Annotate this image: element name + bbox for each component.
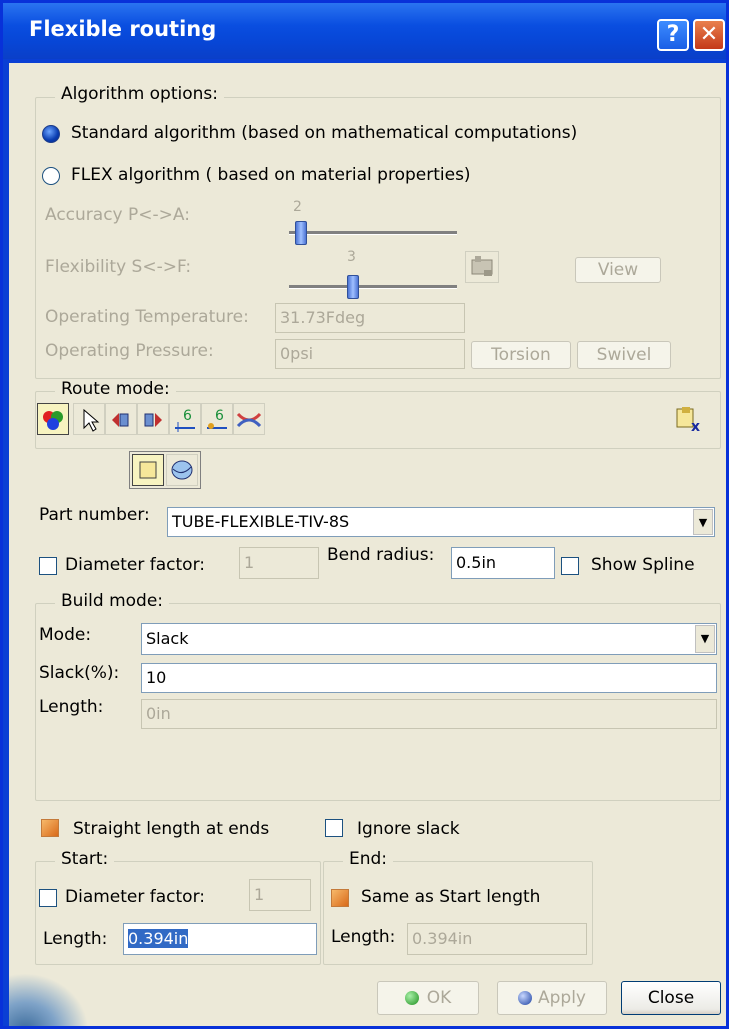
mode-combo[interactable]: Slack ▼ bbox=[141, 623, 717, 655]
end-label: End: bbox=[343, 849, 394, 869]
mode-value: Slack bbox=[146, 629, 189, 648]
ok-button[interactable]: OK bbox=[377, 981, 479, 1015]
bend-radius-label: Bend radius: bbox=[327, 545, 435, 565]
standard-algorithm-radio[interactable] bbox=[42, 125, 60, 143]
end-length-field[interactable]: 0.394in bbox=[407, 923, 587, 955]
accuracy-value: 2 bbox=[293, 199, 302, 215]
start-diameter-field[interactable]: 1 bbox=[249, 879, 311, 911]
operating-temperature-field[interactable]: 31.73Fdeg bbox=[275, 303, 465, 333]
operating-pressure-label: Operating Pressure: bbox=[45, 341, 214, 361]
build-mode-label: Build mode: bbox=[55, 591, 170, 611]
window-title: Flexible routing bbox=[29, 17, 217, 41]
help-icon[interactable]: ? bbox=[657, 19, 689, 51]
square-icon[interactable] bbox=[132, 454, 164, 486]
accuracy-slider-thumb[interactable] bbox=[295, 221, 307, 245]
route-toolbar: 6 6 bbox=[37, 403, 367, 435]
start-length-field[interactable]: 0.394in bbox=[123, 923, 317, 955]
straight-length-label: Straight length at ends bbox=[73, 819, 270, 839]
flexibility-slider-track bbox=[289, 285, 457, 289]
flexibility-value: 3 bbox=[347, 249, 356, 265]
build-length-field[interactable]: 0in bbox=[141, 699, 717, 729]
speaker-right-icon[interactable] bbox=[137, 403, 169, 435]
svg-text:6: 6 bbox=[183, 408, 192, 424]
merge-icon[interactable] bbox=[233, 403, 265, 435]
ok-label: OK bbox=[426, 988, 452, 1008]
svg-text:6: 6 bbox=[215, 408, 224, 424]
accuracy-slider-track bbox=[289, 231, 457, 235]
ok-status-icon bbox=[404, 991, 419, 1005]
close-button[interactable]: Close bbox=[621, 981, 721, 1015]
ignore-slack-label: Ignore slack bbox=[357, 819, 460, 839]
start-diameter-label: Diameter factor: bbox=[65, 887, 206, 907]
flex-algorithm-radio[interactable] bbox=[42, 167, 60, 185]
same-as-start-label: Same as Start length bbox=[361, 887, 541, 907]
swivel-button[interactable]: Swivel bbox=[577, 341, 671, 369]
ignore-slack-checkbox[interactable] bbox=[325, 819, 343, 837]
slack-field[interactable]: 10 bbox=[141, 663, 717, 693]
accuracy-label: Accuracy P<->A: bbox=[45, 205, 190, 225]
color-balls-icon[interactable] bbox=[37, 403, 69, 435]
start-label: Start: bbox=[55, 849, 115, 869]
close-icon[interactable]: ✕ bbox=[693, 19, 725, 51]
apply-button[interactable]: Apply bbox=[497, 981, 607, 1015]
start-length-value: 0.394in bbox=[128, 929, 189, 948]
operating-temperature-label: Operating Temperature: bbox=[45, 307, 249, 327]
select-arrow-icon[interactable] bbox=[73, 403, 105, 435]
end-length-label: Length: bbox=[331, 927, 396, 947]
point-6b-icon[interactable]: 6 bbox=[201, 403, 233, 435]
algorithm-options-label: Algorithm options: bbox=[55, 84, 225, 104]
material-icon[interactable] bbox=[465, 251, 499, 283]
straight-length-checkbox[interactable] bbox=[41, 819, 59, 837]
flexibility-slider-thumb[interactable] bbox=[347, 275, 359, 299]
same-as-start-checkbox[interactable] bbox=[331, 889, 349, 907]
speaker-left-icon[interactable] bbox=[105, 403, 137, 435]
slack-label: Slack(%): bbox=[39, 663, 120, 683]
standard-algorithm-label: Standard algorithm (based on mathematica… bbox=[71, 123, 578, 143]
route-mode-label: Route mode: bbox=[55, 379, 176, 399]
part-number-value: TUBE-FLEXIBLE-TIV-8S bbox=[172, 512, 350, 531]
flex-algorithm-label: FLEX algorithm ( based on material prope… bbox=[71, 165, 471, 185]
apply-label: Apply bbox=[538, 988, 586, 1008]
operating-pressure-field[interactable]: 0psi bbox=[275, 339, 465, 369]
start-diameter-checkbox[interactable] bbox=[39, 889, 57, 907]
chevron-down-icon[interactable]: ▼ bbox=[695, 625, 715, 653]
diameter-factor-field[interactable]: 1 bbox=[239, 547, 319, 579]
apply-status-icon bbox=[518, 991, 532, 1005]
diameter-factor-label: Diameter factor: bbox=[65, 555, 206, 575]
show-spline-checkbox[interactable] bbox=[561, 557, 579, 575]
dialog-client-area: Algorithm options: Standard algorithm (b… bbox=[9, 63, 726, 1026]
diameter-factor-checkbox[interactable] bbox=[39, 557, 57, 575]
bend-radius-field[interactable]: 0.5in bbox=[451, 547, 555, 579]
svg-text:x: x bbox=[691, 419, 700, 433]
torsion-button[interactable]: Torsion bbox=[471, 341, 571, 369]
copy-parameters-icon[interactable]: x bbox=[673, 403, 705, 435]
part-number-label: Part number: bbox=[39, 505, 150, 525]
route-sub-toolbar bbox=[129, 451, 201, 489]
build-length-label: Length: bbox=[39, 697, 104, 717]
chevron-down-icon[interactable]: ▼ bbox=[693, 509, 713, 535]
flexibility-label: Flexibility S<->F: bbox=[45, 257, 192, 277]
sphere-icon[interactable] bbox=[166, 454, 198, 486]
start-length-label: Length: bbox=[43, 929, 108, 949]
show-spline-label: Show Spline bbox=[591, 555, 695, 575]
point-6-icon[interactable]: 6 bbox=[169, 403, 201, 435]
corner-decoration bbox=[9, 973, 89, 1026]
mode-label: Mode: bbox=[39, 625, 92, 645]
part-number-combo[interactable]: TUBE-FLEXIBLE-TIV-8S ▼ bbox=[167, 507, 715, 537]
dialog-window: Flexible routing ? ✕ Algorithm options: … bbox=[0, 0, 729, 1029]
title-bar[interactable]: Flexible routing ? ✕ bbox=[3, 3, 726, 59]
view-button[interactable]: View bbox=[575, 257, 661, 283]
